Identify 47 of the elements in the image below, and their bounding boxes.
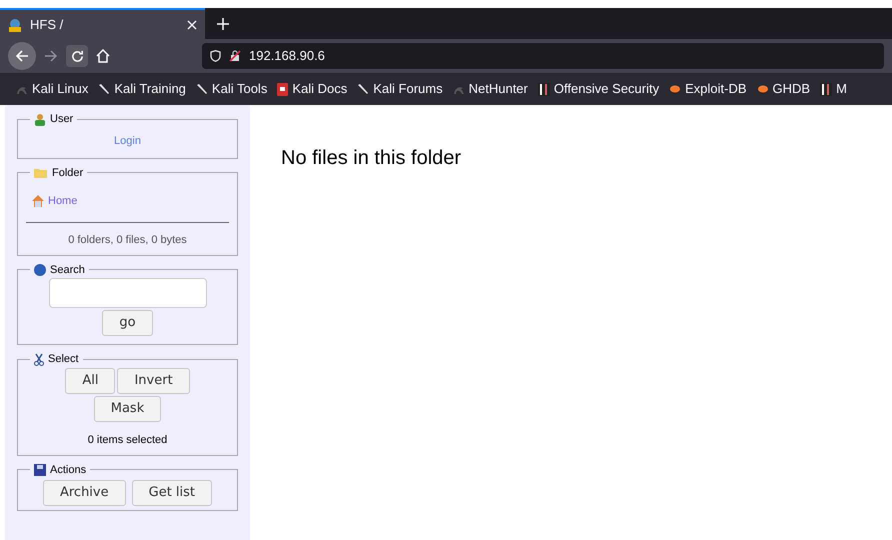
back-arrow-icon [15, 49, 29, 63]
bookmark-item[interactable]: Offensive Security [538, 79, 660, 99]
panel-title: Folder [52, 166, 84, 180]
close-icon[interactable] [187, 20, 197, 30]
search-field[interactable] [48, 278, 206, 308]
bookmark-item[interactable]: Exploit-DB [669, 79, 747, 99]
selection-count: 0 items selected [88, 434, 168, 446]
form-button[interactable]: go [102, 310, 153, 336]
panel-title: User [50, 112, 74, 127]
reload-icon [70, 50, 84, 62]
back-button[interactable] [8, 42, 36, 70]
url-text: 192.168.90.6 [249, 47, 325, 66]
folder-icon [34, 166, 48, 179]
plus-icon[interactable] [217, 18, 229, 30]
forward-arrow-icon[interactable] [44, 49, 58, 63]
panel-title: Select [48, 352, 79, 367]
home-link[interactable]: Home [48, 193, 78, 210]
form-button[interactable]: Mask [94, 396, 162, 422]
bookmark-item[interactable]: Kali Linux [16, 79, 88, 99]
shield-icon [210, 50, 221, 62]
bookmark-item[interactable]: NetHunter [452, 79, 528, 99]
bookmark-item[interactable]: Kali Tools [196, 79, 268, 99]
folder-summary: 0 folders, 0 files, 0 bytes [68, 234, 187, 246]
browser-tab[interactable]: HFS / [0, 8, 205, 39]
scissors-icon [34, 352, 44, 366]
bookmark-item[interactable]: M [820, 79, 847, 99]
house-icon [32, 195, 44, 208]
bars-icon [820, 82, 832, 96]
address-bar[interactable]: 192.168.90.6 [202, 43, 884, 69]
user-icon [34, 112, 46, 126]
panel-title: Search [50, 262, 85, 278]
tab-title: HFS / [30, 16, 64, 34]
reload-button[interactable] [66, 45, 88, 67]
panel-title: Actions [50, 462, 86, 478]
form-button[interactable]: Get list [132, 480, 212, 506]
bars-icon [538, 82, 550, 96]
bookmark-item[interactable]: Kali Docs [277, 79, 348, 99]
form-button[interactable]: Invert [117, 368, 190, 394]
home-icon[interactable] [96, 49, 110, 63]
document-icon [277, 82, 288, 96]
form-button[interactable]: Archive [42, 480, 126, 506]
form-button[interactable]: All [65, 368, 116, 394]
bookmark-item[interactable]: GHDB [756, 79, 810, 99]
empty-folder-message: No files in this folder [281, 147, 462, 169]
insecure-lock-icon [229, 50, 241, 62]
bookmark-item[interactable]: Kali Forums [357, 79, 443, 99]
bookmark-item[interactable]: Kali Training [98, 79, 186, 99]
